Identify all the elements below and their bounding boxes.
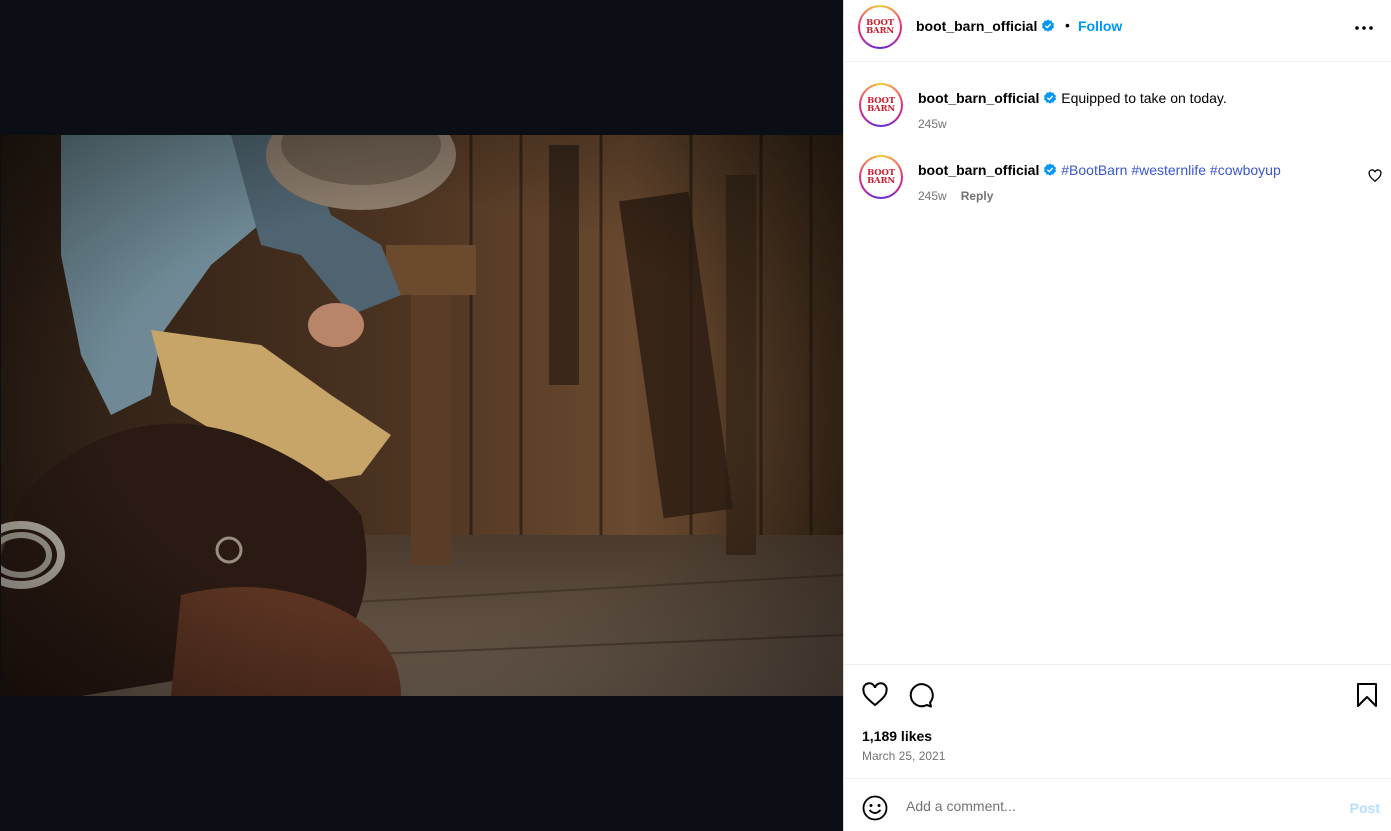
verified-badge-icon (1044, 91, 1057, 104)
avatar[interactable]: BOOT BARN (858, 5, 902, 49)
comment-heart-icon[interactable] (1368, 169, 1382, 183)
post-button[interactable]: Post (1350, 800, 1380, 816)
comment-time[interactable]: 245w (918, 189, 947, 203)
more-horizontal-icon[interactable] (1352, 18, 1376, 38)
bookmark-icon[interactable] (1353, 681, 1381, 709)
boot-barn-logo: BOOT BARN (863, 87, 899, 123)
verified-badge-icon (1044, 163, 1057, 176)
avatar[interactable]: BOOT BARN (859, 83, 903, 127)
post-actions: 1,189 likes March 25, 2021 (844, 664, 1391, 778)
boot-barn-logo: BOOT BARN (863, 159, 899, 195)
comment-line: boot_barn_official #BootBarn #westernlif… (918, 162, 1281, 178)
comment-meta: 245w Reply (918, 189, 993, 203)
post-date[interactable]: March 25, 2021 (862, 749, 945, 763)
media-pane (0, 0, 843, 831)
hashtag-link[interactable]: #cowboyup (1210, 162, 1281, 178)
comment-text: Equipped to take on today. (1061, 90, 1227, 106)
comment-bubble-icon[interactable] (906, 681, 934, 709)
hashtag-link[interactable]: #BootBarn (1061, 162, 1127, 178)
comment-input[interactable] (906, 795, 1306, 817)
post-side-panel: BOOT BARN boot_barn_official • Follow BOO… (843, 0, 1391, 831)
comment-line: boot_barn_official Equipped to take on t… (918, 90, 1227, 106)
heart-icon[interactable] (861, 681, 889, 709)
post-header: BOOT BARN boot_barn_official • Follow (844, 0, 1391, 62)
header-username[interactable]: boot_barn_official (916, 18, 1055, 34)
hashtag-link[interactable]: #westernlife (1131, 162, 1206, 178)
comment-meta: 245w (918, 117, 947, 131)
comment-username[interactable]: boot_barn_official (918, 162, 1039, 178)
comment-composer: Post (844, 778, 1391, 831)
post-photo[interactable] (1, 135, 843, 696)
comment-username[interactable]: boot_barn_official (918, 90, 1039, 106)
comments-list: BOOT BARN boot_barn_official Equipped to … (844, 62, 1391, 664)
verified-badge-icon (1042, 19, 1055, 32)
separator-dot: • (1065, 17, 1070, 33)
reply-button[interactable]: Reply (961, 189, 994, 203)
avatar[interactable]: BOOT BARN (859, 155, 903, 199)
boot-barn-logo: BOOT BARN (862, 9, 898, 45)
photo-cowboy-saddle (1, 135, 843, 696)
emoji-icon[interactable] (862, 795, 888, 821)
likes-count[interactable]: 1,189 likes (862, 728, 932, 744)
comment-time[interactable]: 245w (918, 117, 947, 131)
follow-button[interactable]: Follow (1078, 18, 1122, 34)
